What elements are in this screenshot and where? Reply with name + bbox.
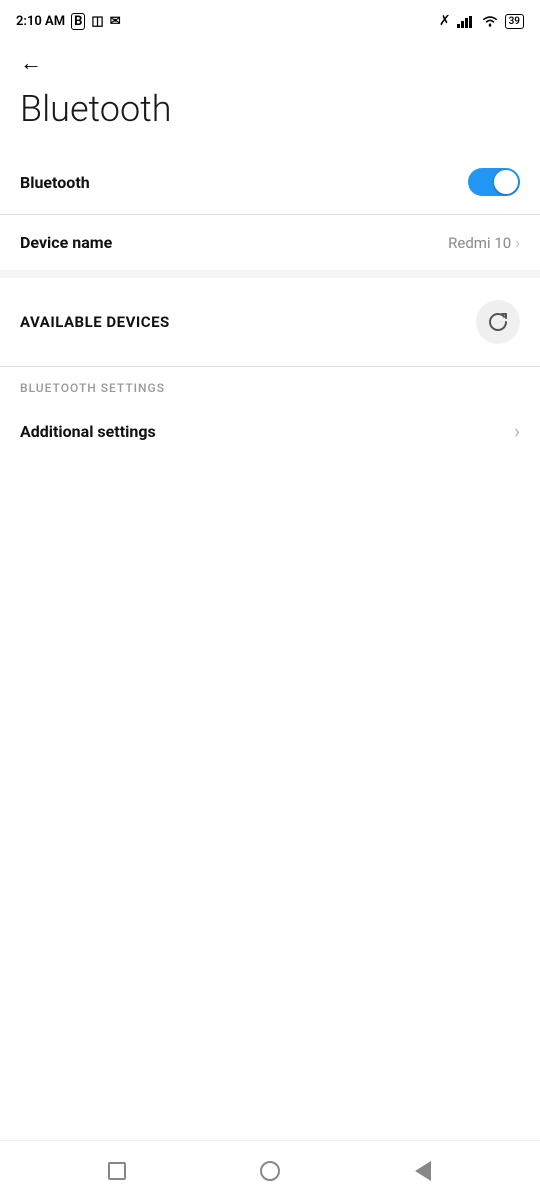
back-button[interactable]: ← xyxy=(0,40,540,82)
home-button[interactable] xyxy=(252,1153,288,1189)
bluetooth-toggle[interactable] xyxy=(468,168,520,196)
device-name-chevron-icon: › xyxy=(515,233,520,252)
available-devices-section: AVAILABLE DEVICES xyxy=(0,278,540,366)
refresh-icon xyxy=(486,310,510,334)
page-title: Bluetooth xyxy=(0,82,540,150)
device-name-value-area: Redmi 10 › xyxy=(448,233,520,252)
back-nav-icon xyxy=(415,1161,431,1181)
additional-settings-label: Additional settings xyxy=(20,422,156,441)
refresh-button[interactable] xyxy=(476,300,520,344)
bluetooth-toggle-label: Bluetooth xyxy=(20,173,90,192)
battery-indicator: 39 xyxy=(505,14,524,29)
wifi-icon xyxy=(481,14,499,28)
status-right-icons: ✗ 39 xyxy=(439,13,524,29)
device-name-label: Device name xyxy=(20,233,112,252)
additional-settings-row[interactable]: Additional settings › xyxy=(0,401,540,461)
bluetooth-icon: ✗ xyxy=(439,13,451,29)
bluetooth-settings-section-label: BLUETOOTH SETTINGS xyxy=(0,367,540,401)
sim-icon: ◫ xyxy=(91,14,103,29)
home-icon xyxy=(260,1161,280,1181)
section-divider xyxy=(0,270,540,278)
signal-icon xyxy=(457,14,475,28)
device-name-row[interactable]: Device name Redmi 10 › xyxy=(0,215,540,270)
recent-apps-button[interactable] xyxy=(99,1153,135,1189)
bottom-navigation xyxy=(0,1140,540,1200)
back-arrow-icon: ← xyxy=(20,51,42,76)
available-devices-title: AVAILABLE DEVICES xyxy=(20,313,170,331)
status-time-section: 2:10 AM B ◫ ✉ xyxy=(16,13,121,30)
bluetooth-toggle-row: Bluetooth xyxy=(0,150,540,214)
recent-apps-icon xyxy=(108,1162,126,1180)
device-name-value: Redmi 10 xyxy=(448,234,511,252)
back-nav-button[interactable] xyxy=(405,1153,441,1189)
status-time: 2:10 AM xyxy=(16,14,65,29)
status-bar: 2:10 AM B ◫ ✉ ✗ 39 xyxy=(0,0,540,40)
b-icon: B xyxy=(71,13,85,30)
toggle-thumb xyxy=(494,170,518,194)
email-icon: ✉ xyxy=(110,14,121,29)
additional-settings-chevron-icon: › xyxy=(514,419,520,443)
